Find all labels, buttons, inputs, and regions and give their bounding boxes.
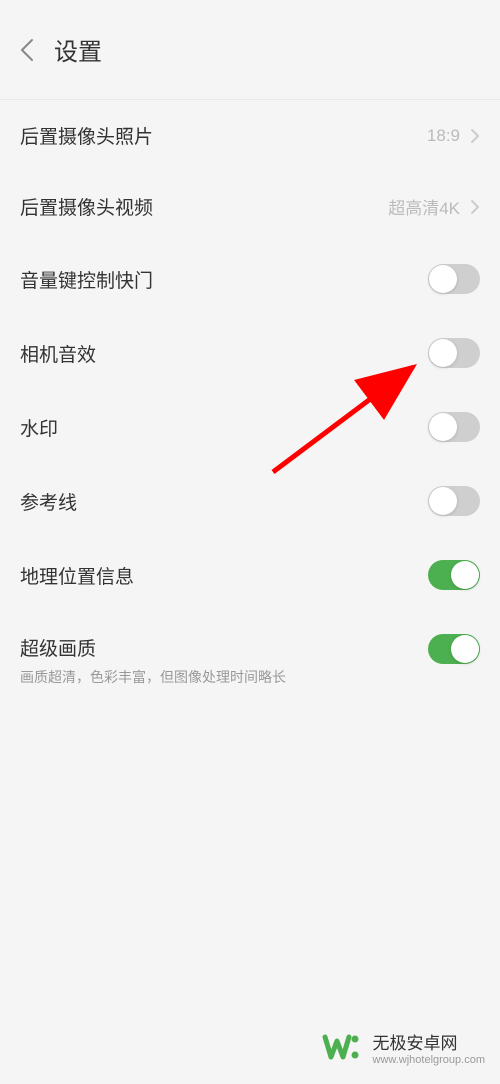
setting-label: 音量键控制快门 (20, 266, 153, 293)
page-title: 设置 (54, 32, 102, 67)
back-icon[interactable] (20, 38, 34, 62)
setting-watermark: 水印 (0, 390, 500, 464)
setting-text-group: 超级画质 画质超清，色彩丰富，但图像处理时间略长 (20, 634, 428, 687)
setting-value: 超高清4K (388, 194, 460, 219)
setting-rear-camera-video[interactable]: 后置摄像头视频 超高清4K (0, 171, 500, 242)
header: 设置 (0, 0, 500, 100)
setting-location-info: 地理位置信息 (0, 538, 500, 612)
setting-label: 相机音效 (20, 340, 96, 367)
setting-value: 18:9 (427, 126, 460, 146)
setting-camera-sound: 相机音效 (0, 316, 500, 390)
settings-list: 后置摄像头照片 18:9 后置摄像头视频 超高清4K 音量键控制快门 相机音效 … (0, 100, 500, 709)
toggle-grid-lines[interactable] (428, 486, 480, 516)
setting-rear-camera-photo[interactable]: 后置摄像头照片 18:9 (0, 100, 500, 171)
watermark-logo-icon (321, 1025, 365, 1069)
watermark-text: 无极安卓网 www.wjhotelgroup.com (373, 1029, 486, 1066)
watermark-title: 无极安卓网 (373, 1029, 486, 1054)
toggle-knob (429, 339, 457, 367)
watermark-brand: 无极安卓网 www.wjhotelgroup.com (321, 1025, 486, 1069)
setting-subtitle: 画质超清，色彩丰富，但图像处理时间略长 (20, 667, 428, 687)
setting-volume-shutter: 音量键控制快门 (0, 242, 500, 316)
watermark-url: www.wjhotelgroup.com (373, 1054, 486, 1066)
setting-grid-lines: 参考线 (0, 464, 500, 538)
toggle-volume-shutter[interactable] (428, 264, 480, 294)
toggle-knob (451, 561, 479, 589)
setting-value-group: 18:9 (427, 126, 480, 146)
setting-label: 水印 (20, 414, 58, 441)
chevron-right-icon (470, 199, 480, 215)
setting-label: 地理位置信息 (20, 562, 134, 589)
toggle-knob (429, 487, 457, 515)
setting-label: 参考线 (20, 488, 77, 515)
toggle-watermark[interactable] (428, 412, 480, 442)
toggle-super-quality[interactable] (428, 634, 480, 664)
setting-label: 后置摄像头照片 (20, 122, 153, 149)
toggle-location-info[interactable] (428, 560, 480, 590)
setting-value-group: 超高清4K (388, 194, 480, 219)
chevron-right-icon (470, 128, 480, 144)
setting-label: 超级画质 (20, 634, 428, 661)
toggle-camera-sound[interactable] (428, 338, 480, 368)
setting-label: 后置摄像头视频 (20, 193, 153, 220)
setting-super-quality: 超级画质 画质超清，色彩丰富，但图像处理时间略长 (0, 612, 500, 709)
toggle-knob (429, 265, 457, 293)
toggle-knob (451, 635, 479, 663)
toggle-knob (429, 413, 457, 441)
